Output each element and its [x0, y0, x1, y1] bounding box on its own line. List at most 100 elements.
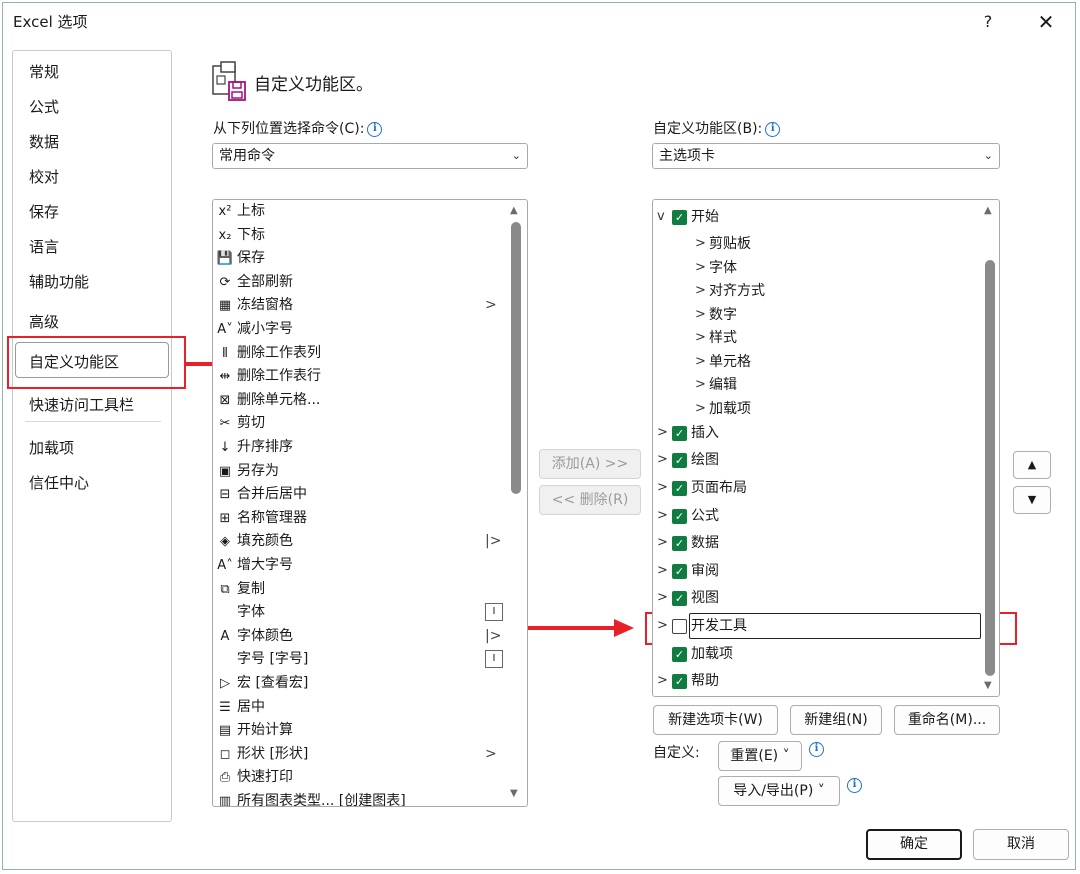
nav-item-1[interactable]: 公式	[29, 96, 59, 117]
ribbon-tree-item[interactable]: ✓ 加载项	[653, 642, 981, 666]
info-icon[interactable]: i	[367, 122, 383, 137]
rename-button[interactable]: 重命名(M)...	[894, 705, 1000, 735]
expand-right-icon[interactable]: >	[657, 559, 668, 583]
tab-checkbox[interactable]: ✓	[672, 210, 687, 225]
nav-item-11[interactable]: 信任中心	[29, 472, 89, 493]
ok-button[interactable]: 确定	[866, 829, 962, 860]
ribbon-tree-item[interactable]: > ✓ 公式	[653, 504, 981, 528]
ribbon-tree-item[interactable]: > 数字	[653, 303, 981, 327]
close-button[interactable]: ✕	[1032, 8, 1060, 36]
nav-item-3[interactable]: 校对	[29, 166, 59, 187]
command-item[interactable]: ☰ 居中	[215, 696, 505, 719]
expand-right-icon[interactable]: >	[657, 669, 668, 693]
command-item[interactable]: ⧉ 复制	[215, 578, 505, 601]
nav-item-6[interactable]: 辅助功能	[29, 271, 89, 292]
choose-commands-combo[interactable]: 常用命令 ⌄	[212, 143, 528, 169]
ribbon-tree-item[interactable]: > ✓ 页面布局	[653, 476, 981, 500]
ribbon-tree-item[interactable]: > 加载项	[653, 397, 981, 421]
command-item[interactable]: ⎙ 快速打印	[215, 766, 505, 789]
expand-right-icon[interactable]: >	[695, 279, 706, 303]
reset-button[interactable]: 重置(E) ˅	[718, 741, 802, 771]
command-item[interactable]: 💾 保存	[215, 247, 505, 270]
commands-scroll-thumb[interactable]	[511, 222, 521, 494]
ribbon-tree-item[interactable]: > ✓ 数据	[653, 531, 981, 555]
tab-checkbox[interactable]: ✓	[672, 453, 687, 468]
command-item[interactable]: ⊠ 删除单元格...	[215, 389, 505, 412]
move-up-button[interactable]: ▲	[1013, 451, 1051, 479]
import-export-button[interactable]: 导入/导出(P) ˅	[718, 776, 840, 806]
command-item[interactable]: A˄ 增大字号	[215, 554, 505, 577]
ribbon-tabs-combo[interactable]: 主选项卡 ⌄	[652, 143, 1000, 169]
remove-button[interactable]: << 删除(R)	[539, 485, 641, 515]
ribbon-tree[interactable]: v ✓ 开始 > 剪贴板 > 字体 > 对齐方式 > 数字 > 样式 > 单元格 > 编辑 > 加载项 > ✓ 插入 > ✓ 绘…	[652, 199, 1000, 697]
ribbon-tree-item[interactable]: > 开发工具	[653, 613, 981, 639]
scroll-up-icon[interactable]: ▲	[510, 205, 518, 216]
tab-checkbox[interactable]	[672, 619, 687, 634]
commands-scrollbar[interactable]: ▲ ▼	[509, 200, 523, 806]
move-down-button[interactable]: ▼	[1013, 486, 1051, 514]
scroll-down-icon[interactable]: ▼	[510, 788, 518, 799]
ribbon-tree-item[interactable]: > 字体	[653, 256, 981, 280]
expand-right-icon[interactable]: >	[657, 476, 668, 500]
tab-checkbox[interactable]: ✓	[672, 564, 687, 579]
nav-item-4[interactable]: 保存	[29, 201, 59, 222]
command-item[interactable]: x₂ 下标	[215, 224, 505, 247]
ribbon-tree-item[interactable]: > ✓ 审阅	[653, 559, 981, 583]
expand-right-icon[interactable]: >	[695, 373, 706, 397]
tab-checkbox[interactable]: ✓	[672, 674, 687, 689]
command-item[interactable]: ✂ 剪切	[215, 412, 505, 435]
command-item[interactable]: ▥ 所有图表类型... [创建图表]	[215, 790, 505, 806]
command-item[interactable]: ⊞ 名称管理器	[215, 507, 505, 530]
new-tab-button[interactable]: 新建选项卡(W)	[653, 705, 778, 735]
add-button[interactable]: 添加(A) >>	[539, 449, 641, 479]
command-item[interactable]: 字体 I	[215, 601, 505, 624]
nav-item-0[interactable]: 常规	[29, 61, 59, 82]
commands-list[interactable]: x² 上标 x₂ 下标 💾 保存 ⟳ 全部刷新 ▦ 冻结窗格 > A˅ 减小字号 ⫴ 删除工作表列 ⇹ 删除工作…	[212, 199, 528, 807]
ribbon-tree-item[interactable]: > 单元格	[653, 350, 981, 374]
expand-right-icon[interactable]: >	[695, 256, 706, 280]
ribbon-tree-item[interactable]: > ✓ 插入	[653, 421, 981, 445]
expand-down-icon[interactable]: v	[657, 205, 665, 229]
scroll-up-icon[interactable]: ▲	[984, 205, 992, 216]
ribbon-tree-item[interactable]: > 对齐方式	[653, 279, 981, 303]
ribbon-tree-item[interactable]: > 剪贴板	[653, 232, 981, 256]
tab-checkbox[interactable]: ✓	[672, 647, 687, 662]
expand-right-icon[interactable]: >	[657, 504, 668, 528]
tab-checkbox[interactable]: ✓	[672, 481, 687, 496]
cancel-button[interactable]: 取消	[973, 829, 1069, 860]
ribbon-tree-item[interactable]: > ✓ 视图	[653, 586, 981, 610]
tab-checkbox[interactable]: ✓	[672, 426, 687, 441]
ribbon-tree-item[interactable]: > ✓ 帮助	[653, 669, 981, 693]
tab-checkbox[interactable]: ✓	[672, 536, 687, 551]
expand-right-icon[interactable]: >	[657, 448, 668, 472]
command-item[interactable]: A˅ 减小字号	[215, 318, 505, 341]
ribbon-tree-scroll-thumb[interactable]	[985, 260, 995, 676]
ribbon-tree-item[interactable]: > ✓ 绘图	[653, 448, 981, 472]
expand-right-icon[interactable]: >	[695, 232, 706, 256]
expand-right-icon[interactable]: >	[657, 531, 668, 555]
new-group-button[interactable]: 新建组(N)	[790, 705, 882, 735]
help-button[interactable]: ?	[976, 10, 1000, 34]
command-item[interactable]: ⇹ 删除工作表行	[215, 365, 505, 388]
nav-item-2[interactable]: 数据	[29, 131, 59, 152]
command-item[interactable]: ⟳ 全部刷新	[215, 271, 505, 294]
expand-right-icon[interactable]: >	[657, 421, 668, 445]
ribbon-tree-item[interactable]: v ✓ 开始	[653, 205, 981, 229]
command-item[interactable]: ⊟ 合并后居中	[215, 483, 505, 506]
ribbon-tree-item[interactable]: > 编辑	[653, 373, 981, 397]
expand-right-icon[interactable]: >	[695, 397, 706, 421]
nav-item-5[interactable]: 语言	[29, 236, 59, 257]
command-item[interactable]: A 字体颜色 |>	[215, 625, 505, 648]
tab-checkbox[interactable]: ✓	[672, 509, 687, 524]
expand-right-icon[interactable]: >	[695, 303, 706, 327]
scroll-down-icon[interactable]: ▼	[984, 680, 992, 691]
command-item[interactable]: ▤ 开始计算	[215, 719, 505, 742]
expand-right-icon[interactable]: >	[657, 586, 668, 610]
info-icon[interactable]: i	[765, 122, 781, 137]
info-icon[interactable]: i	[809, 742, 824, 757]
nav-item-10[interactable]: 加载项	[29, 437, 74, 458]
info-icon[interactable]: i	[847, 778, 862, 793]
command-item[interactable]: ↓ 升序排序	[215, 436, 505, 459]
expand-right-icon[interactable]: >	[695, 326, 706, 350]
command-item[interactable]: ◈ 填充颜色 |>	[215, 530, 505, 553]
